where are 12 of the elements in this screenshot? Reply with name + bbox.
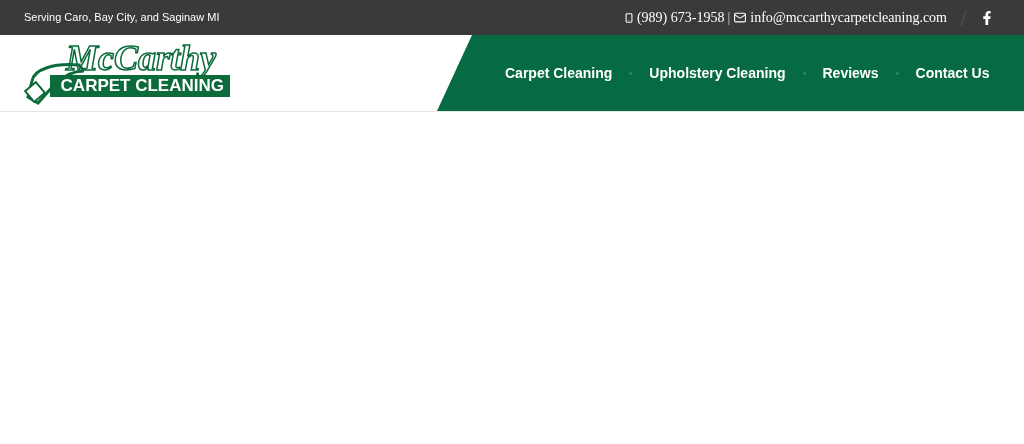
nav-link[interactable]: Upholstery Cleaning	[649, 62, 786, 84]
nav-link[interactable]: Contact Us	[915, 62, 990, 84]
phone-icon	[623, 11, 634, 24]
facebook-icon[interactable]	[982, 10, 992, 25]
nav-link[interactable]: Carpet Cleaning	[505, 62, 613, 84]
separator-text: |	[727, 9, 731, 27]
email-link[interactable]: info@mccarthycarpetcleaning.com	[750, 7, 947, 28]
service-area-text: Serving Caro, Bay City, and Saginaw MI	[24, 10, 220, 26]
mail-icon	[733, 11, 748, 24]
logo[interactable]: McCarthy CARPET CLEANING	[24, 41, 230, 105]
nav-link[interactable]: Reviews	[822, 62, 879, 84]
phone-link[interactable]: (989) 673-1958	[636, 7, 725, 28]
